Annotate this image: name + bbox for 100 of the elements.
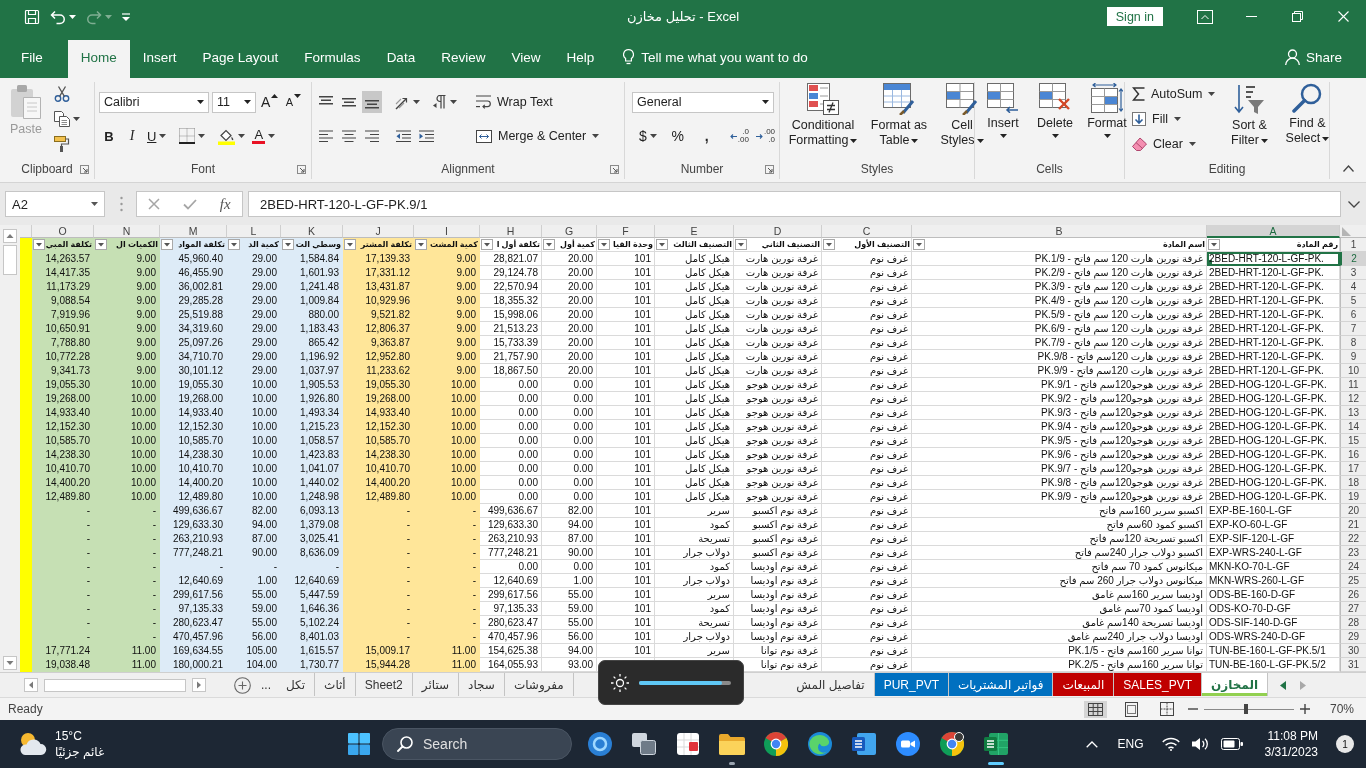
start-icon[interactable] — [348, 733, 370, 755]
expand-formula-bar-icon[interactable] — [1348, 200, 1360, 208]
merge-center-button[interactable]: Merge & Center — [473, 125, 603, 147]
row-header[interactable]: 3 — [1340, 266, 1366, 280]
bold-button[interactable]: B — [99, 125, 119, 147]
vertical-scrollbar[interactable] — [0, 225, 20, 672]
filter-dropdown-icon[interactable] — [32, 239, 45, 250]
ribbon-tab[interactable]: Review — [428, 40, 499, 78]
sheet-tab[interactable]: PUR_PVT — [874, 673, 950, 696]
ribbon-tab[interactable]: Help — [553, 40, 608, 78]
ribbon-tab[interactable]: Home — [67, 40, 130, 78]
caret-icon[interactable] — [69, 14, 76, 19]
row-header[interactable]: 26 — [1340, 588, 1366, 602]
column-header[interactable]: K — [281, 225, 343, 238]
row-header[interactable]: 19 — [1340, 490, 1366, 504]
filter-dropdown-icon[interactable] — [282, 239, 294, 250]
name-box[interactable]: A2 — [5, 191, 105, 217]
notification-badge[interactable]: 1 — [1336, 735, 1354, 753]
column-header[interactable]: C — [822, 225, 912, 238]
scroll-right-icon[interactable] — [192, 678, 206, 692]
row-header[interactable]: 20 — [1340, 504, 1366, 518]
row-header[interactable]: 10 — [1340, 364, 1366, 378]
accounting-format-button[interactable]: $ — [637, 125, 659, 147]
sheet-tab[interactable]: المخازن — [1202, 673, 1268, 696]
increase-font-size-button[interactable]: A — [259, 91, 281, 113]
row-header[interactable]: 22 — [1340, 532, 1366, 546]
format-painter-button[interactable] — [52, 133, 72, 155]
sheet-tab[interactable]: فواتير المشتريات — [949, 673, 1054, 696]
dialog-launcher-icon[interactable] — [297, 164, 306, 174]
row-header[interactable]: 9 — [1340, 350, 1366, 364]
row-header[interactable]: 7 — [1340, 322, 1366, 336]
sign-in-button[interactable]: Sign in — [1106, 7, 1163, 26]
decrease-decimal-button[interactable]: .00 .0 — [753, 125, 778, 147]
filter-dropdown-icon[interactable] — [598, 239, 610, 250]
video-camera-icon[interactable] — [896, 732, 920, 756]
row-header[interactable]: 18 — [1340, 476, 1366, 490]
speaker-icon[interactable] — [1191, 737, 1209, 751]
new-sheet-icon[interactable] — [234, 676, 251, 694]
column-header[interactable]: H — [480, 225, 542, 238]
underline-button[interactable]: U — [145, 125, 169, 147]
delete-cells-button[interactable]: Delete — [1031, 82, 1079, 139]
font-color-button[interactable]: A — [250, 125, 278, 147]
scroll-left-icon[interactable] — [24, 678, 38, 692]
row-header[interactable]: 8 — [1340, 336, 1366, 350]
row-header[interactable]: 28 — [1340, 616, 1366, 630]
filter-dropdown-icon[interactable] — [161, 239, 173, 250]
ribbon-display-options-icon[interactable] — [1197, 9, 1213, 24]
dialog-launcher-icon[interactable] — [765, 164, 774, 174]
row-header[interactable]: 2 — [1340, 252, 1366, 266]
scroll-down-icon[interactable] — [3, 656, 17, 670]
browser-icon[interactable] — [764, 732, 788, 756]
zoom-in-icon[interactable] — [1299, 704, 1310, 714]
filter-dropdown-icon[interactable] — [735, 239, 747, 250]
column-header[interactable]: J — [343, 225, 414, 238]
sort-filter-button[interactable]: Sort & Filter — [1224, 82, 1275, 149]
ribbon-tab[interactable]: Formulas — [291, 40, 374, 78]
restore-icon[interactable] — [1291, 11, 1303, 22]
conditional-formatting-button[interactable]: Conditional Formatting — [784, 82, 862, 149]
row-header[interactable]: 30 — [1340, 644, 1366, 658]
spreadsheet-app-icon[interactable] — [984, 733, 1008, 755]
filter-dropdown-icon[interactable] — [228, 239, 240, 250]
increase-decimal-button[interactable]: .0 .00 — [727, 125, 751, 147]
ribbon-tab[interactable]: Page Layout — [189, 40, 292, 78]
copy-button[interactable] — [52, 108, 82, 130]
wave-browser-icon[interactable] — [808, 732, 832, 756]
formula-field[interactable]: 2BED-HRT-120-L-GF-PK.9/1 — [248, 191, 1341, 217]
cut-button[interactable] — [52, 83, 72, 105]
font-size-field[interactable]: 11 — [212, 91, 256, 113]
row-header[interactable]: 21 — [1340, 518, 1366, 532]
row-header[interactable]: 6 — [1340, 308, 1366, 322]
scroll-thumb[interactable] — [44, 678, 186, 692]
ribbon-tab[interactable]: Data — [373, 40, 429, 78]
save-icon[interactable] — [24, 8, 40, 25]
filter-dropdown-icon[interactable] — [344, 239, 356, 250]
row-header[interactable]: 12 — [1340, 392, 1366, 406]
row-header[interactable]: 4 — [1340, 280, 1366, 294]
column-header[interactable]: E — [655, 225, 734, 238]
column-header[interactable]: D — [734, 225, 822, 238]
wrap-text-button[interactable]: Wrap Text — [473, 91, 556, 113]
row-header[interactable]: 29 — [1340, 630, 1366, 644]
insert-function-button[interactable]: fx — [219, 195, 231, 213]
filter-dropdown-icon[interactable] — [656, 239, 668, 250]
column-header[interactable]: L — [227, 225, 281, 238]
filter-dropdown-icon[interactable] — [415, 239, 427, 250]
search-box[interactable]: Search — [382, 728, 572, 760]
slider-thumb[interactable] — [1244, 704, 1249, 714]
language-indicator[interactable]: ENG — [1117, 737, 1144, 751]
row-header[interactable]: 15 — [1340, 434, 1366, 448]
row-header[interactable]: 1 — [1340, 238, 1366, 252]
column-header[interactable]: B — [912, 225, 1207, 238]
row-header[interactable]: 27 — [1340, 602, 1366, 616]
normal-view-button[interactable] — [1083, 700, 1107, 718]
filter-dropdown-icon[interactable] — [823, 239, 835, 250]
ribbon-tab[interactable]: Insert — [129, 40, 190, 78]
scroll-up-icon[interactable] — [3, 229, 17, 243]
clear-button[interactable]: Clear — [1129, 133, 1199, 155]
clock-time[interactable]: 11:08 PM — [1267, 728, 1318, 744]
collapse-ribbon-icon[interactable] — [1343, 165, 1354, 172]
filter-dropdown-icon[interactable] — [913, 239, 925, 250]
scroll-left-icon[interactable] — [1280, 680, 1286, 690]
